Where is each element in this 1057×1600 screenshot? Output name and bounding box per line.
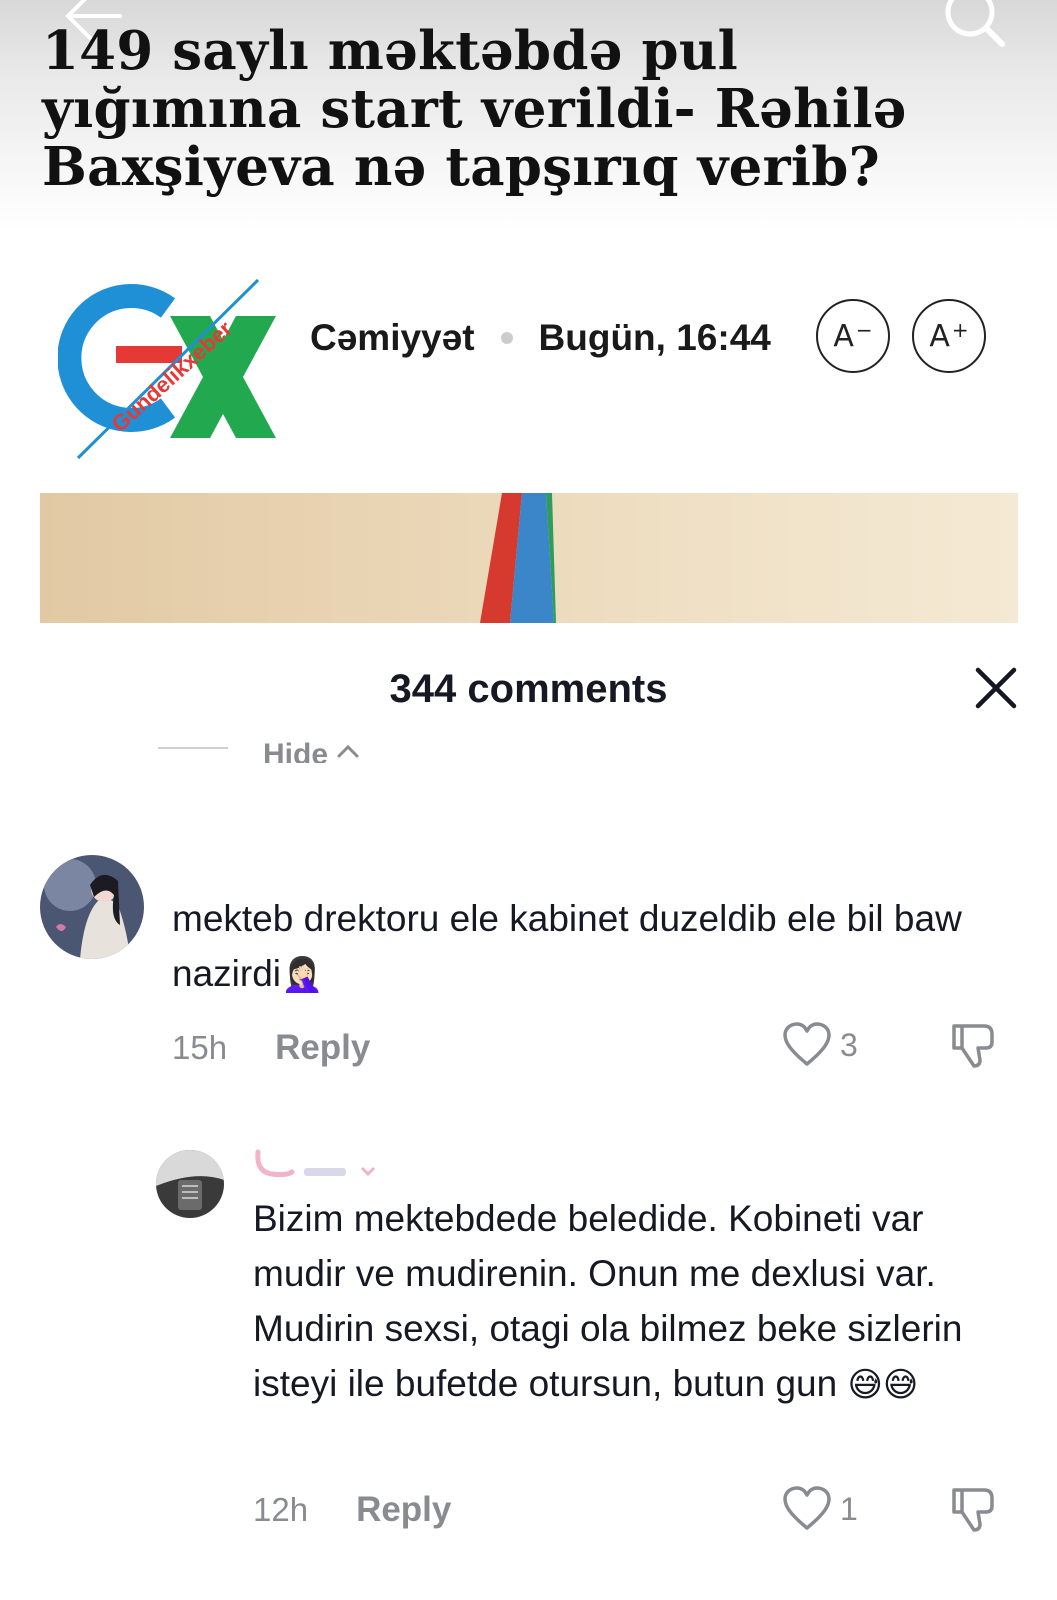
like-count: 3 (840, 1026, 858, 1063)
font-decrease-label: A (833, 318, 854, 354)
comment-text: Bizim mektebdede beledide. Kobineti var … (253, 1191, 1013, 1413)
chevron-up-icon (337, 744, 359, 758)
article-category[interactable]: Cəmiyyət (310, 317, 475, 359)
flag-photo (480, 493, 556, 623)
comment-text: mekteb drektoru ele kabinet duzeldib ele… (172, 891, 1022, 1003)
username-blurred (255, 1149, 376, 1178)
facepalm-emoji: 🤦🏻‍♀️ (281, 955, 324, 995)
like-button[interactable]: 3 (782, 1022, 858, 1068)
close-icon[interactable] (974, 666, 1018, 710)
hide-divider-line (158, 747, 228, 749)
comment-time: 15h (172, 1029, 228, 1066)
heart-icon (783, 1486, 831, 1530)
comments-sheet: 344 comments (0, 625, 1057, 1600)
thumbs-down-icon[interactable] (950, 1022, 996, 1068)
article-hero-image (40, 493, 1018, 623)
font-increase-button[interactable]: A + (912, 299, 986, 373)
reply-button[interactable]: Reply (275, 1028, 370, 1068)
article-headline: 149 saylı məktəbdə pul yığımına start ve… (42, 20, 907, 198)
reply-button[interactable]: Reply (356, 1490, 451, 1530)
font-decrease-sup: − (855, 318, 873, 342)
comment-meta: 15h Reply (172, 1028, 370, 1068)
like-count: 1 (840, 1490, 858, 1527)
article-header: 149 saylı məktəbdə pul yığımına start ve… (0, 0, 1057, 232)
sweat-smile-emoji: 😅😅 (847, 1365, 919, 1405)
like-button[interactable]: 1 (782, 1486, 858, 1532)
comments-title: 344 comments (389, 667, 668, 711)
meta-separator-dot (500, 332, 513, 344)
comment-time: 12h (253, 1491, 309, 1528)
avatar[interactable] (40, 855, 144, 959)
comment-meta: 12h Reply (253, 1490, 451, 1530)
font-increase-label: A (929, 318, 950, 354)
font-decrease-button[interactable]: A − (816, 299, 890, 373)
avatar[interactable] (156, 1150, 224, 1218)
font-increase-sup: + (951, 318, 969, 342)
hide-replies-button[interactable]: Hide (158, 733, 360, 763)
article-meta: Cəmiyyət Bugün, 16:44 (310, 317, 771, 359)
site-logo: Gundelikxeber (58, 278, 276, 460)
heart-icon (783, 1022, 831, 1066)
thumbs-down-icon[interactable] (950, 1486, 996, 1532)
article-date: Bugün, 16:44 (538, 317, 771, 358)
hide-label: Hide (263, 738, 329, 763)
